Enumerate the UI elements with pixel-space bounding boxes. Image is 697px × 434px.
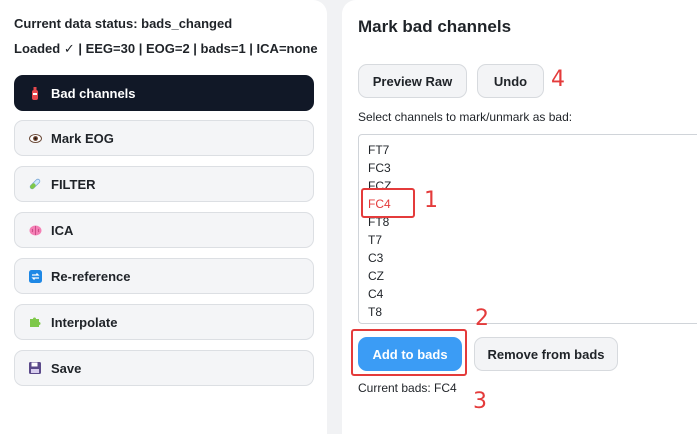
annotation-box-fc4 <box>361 188 415 218</box>
nav-item-label: ICA <box>51 222 74 238</box>
annotation-number-1: 1 <box>424 188 438 213</box>
nav-item-save[interactable]: Save <box>14 350 314 386</box>
nav-item-interpolate[interactable]: Interpolate <box>14 304 314 340</box>
current-bads-text: Current bads: FC4 <box>358 381 457 395</box>
channel-option-cz[interactable]: CZ <box>368 269 384 283</box>
test-tube-icon <box>28 177 42 191</box>
preview-raw-button[interactable]: Preview Raw <box>358 64 467 98</box>
sidebar: Current data status: bads_changed Loaded… <box>0 0 327 434</box>
channel-select-label: Select channels to mark/unmark as bad: <box>358 110 573 124</box>
puzzle-icon <box>28 315 42 329</box>
channel-option-c3[interactable]: C3 <box>368 251 383 265</box>
annotation-number-4: 4 <box>551 67 565 92</box>
nav-item-label: Interpolate <box>51 314 118 330</box>
floppy-disk-icon <box>28 361 42 375</box>
nav-item-label: FILTER <box>51 176 96 192</box>
data-summary-text: Loaded ✓ | EEG=30 | EOG=2 | bads=1 | ICA… <box>14 41 318 56</box>
channel-option-t7[interactable]: T7 <box>368 233 382 247</box>
nav-item-label: Bad channels <box>51 85 136 101</box>
nav-item-label: Re-reference <box>51 268 131 284</box>
channel-option-ft7[interactable]: FT7 <box>368 143 389 157</box>
page-title: Mark bad channels <box>358 17 512 36</box>
channel-option-c4[interactable]: C4 <box>368 287 383 301</box>
nav-item-filter[interactable]: FILTER <box>14 166 314 202</box>
channel-option-fc3[interactable]: FC3 <box>368 161 391 175</box>
nav-item-label: Mark EOG <box>51 130 114 146</box>
annotation-box-add-button <box>351 329 467 376</box>
fire-extinguisher-icon <box>28 86 42 100</box>
nav-item-mark-eog[interactable]: Mark EOG <box>14 120 314 156</box>
channel-listbox[interactable]: FT7 FC3 FCZ FC4 FT8 T7 C3 CZ C4 T8 <box>358 134 697 324</box>
brain-icon <box>28 223 42 237</box>
nav-item-ica[interactable]: ICA <box>14 212 314 248</box>
data-status-text: Current data status: bads_changed <box>14 16 233 31</box>
nav-item-re-reference[interactable]: Re-reference <box>14 258 314 294</box>
nav-item-label: Save <box>51 360 82 376</box>
undo-button[interactable]: Undo <box>477 64 544 98</box>
eye-icon <box>28 131 42 145</box>
channel-option-t8[interactable]: T8 <box>368 305 382 319</box>
nav-item-bad-channels[interactable]: Bad channels <box>14 75 314 111</box>
remove-from-bads-button[interactable]: Remove from bads <box>474 337 618 371</box>
repeat-icon <box>28 269 42 283</box>
annotation-number-2: 2 <box>475 306 489 331</box>
annotation-number-3: 3 <box>473 389 487 414</box>
